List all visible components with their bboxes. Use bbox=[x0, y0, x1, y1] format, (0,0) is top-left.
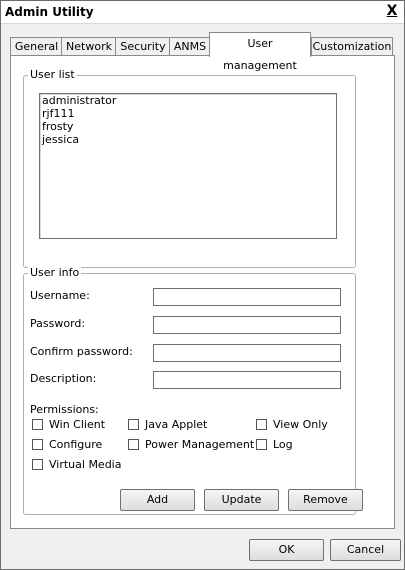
tab-anms[interactable]: ANMS bbox=[169, 37, 211, 56]
user-list-legend: User list bbox=[28, 68, 77, 81]
win-client-checkbox[interactable] bbox=[32, 419, 43, 430]
user-info-legend: User info bbox=[28, 266, 82, 279]
close-button[interactable]: X bbox=[384, 3, 400, 19]
user-management-panel: User list administrator rjf111 frosty je… bbox=[10, 55, 395, 529]
tab-customization[interactable]: Customization bbox=[311, 37, 393, 56]
virtual-media-label: Virtual Media bbox=[49, 458, 122, 471]
list-item[interactable]: rjf111 bbox=[40, 107, 336, 120]
list-item[interactable]: jessica bbox=[40, 133, 336, 146]
add-button[interactable]: Add bbox=[120, 489, 195, 511]
tab-general[interactable]: General bbox=[10, 37, 63, 56]
win-client-option[interactable]: Win Client bbox=[32, 418, 105, 431]
java-applet-label: Java Applet bbox=[145, 418, 208, 431]
username-input[interactable] bbox=[153, 288, 341, 306]
log-option[interactable]: Log bbox=[256, 438, 293, 451]
configure-checkbox[interactable] bbox=[32, 439, 43, 450]
password-label: Password: bbox=[30, 317, 86, 330]
ok-button[interactable]: OK bbox=[249, 539, 324, 561]
remove-button[interactable]: Remove bbox=[288, 489, 363, 511]
virtual-media-checkbox[interactable] bbox=[32, 459, 43, 470]
description-input[interactable] bbox=[153, 371, 341, 389]
view-only-option[interactable]: View Only bbox=[256, 418, 328, 431]
power-management-checkbox[interactable] bbox=[128, 439, 139, 450]
list-item[interactable]: administrator bbox=[40, 94, 336, 107]
log-label: Log bbox=[273, 438, 293, 451]
power-management-option[interactable]: Power Management bbox=[128, 438, 254, 451]
tab-security[interactable]: Security bbox=[115, 37, 171, 56]
user-listbox[interactable]: administrator rjf111 frosty jessica bbox=[39, 93, 337, 239]
log-checkbox[interactable] bbox=[256, 439, 267, 450]
list-item[interactable]: frosty bbox=[40, 120, 336, 133]
confirm-password-label: Confirm password: bbox=[30, 345, 133, 358]
title-bar: Admin Utility X bbox=[1, 1, 404, 24]
tab-network[interactable]: Network bbox=[61, 37, 117, 56]
configure-label: Configure bbox=[49, 438, 103, 451]
tab-user-management[interactable]: User management bbox=[209, 32, 311, 72]
username-label: Username: bbox=[30, 289, 90, 302]
win-client-label: Win Client bbox=[49, 418, 106, 431]
view-only-checkbox[interactable] bbox=[256, 419, 267, 430]
permissions-label: Permissions: bbox=[30, 403, 99, 416]
power-management-label: Power Management bbox=[145, 438, 255, 451]
java-applet-checkbox[interactable] bbox=[128, 419, 139, 430]
description-label: Description: bbox=[30, 372, 97, 385]
admin-utility-window: Admin Utility X General Network Security… bbox=[0, 0, 405, 570]
configure-option[interactable]: Configure bbox=[32, 438, 102, 451]
virtual-media-option[interactable]: Virtual Media bbox=[32, 458, 121, 471]
password-input[interactable] bbox=[153, 316, 341, 334]
update-button[interactable]: Update bbox=[204, 489, 279, 511]
view-only-label: View Only bbox=[273, 418, 328, 431]
java-applet-option[interactable]: Java Applet bbox=[128, 418, 207, 431]
cancel-button[interactable]: Cancel bbox=[330, 539, 401, 561]
user-info-group: User info bbox=[23, 266, 356, 515]
window-title: Admin Utility bbox=[5, 5, 94, 19]
confirm-password-input[interactable] bbox=[153, 344, 341, 362]
